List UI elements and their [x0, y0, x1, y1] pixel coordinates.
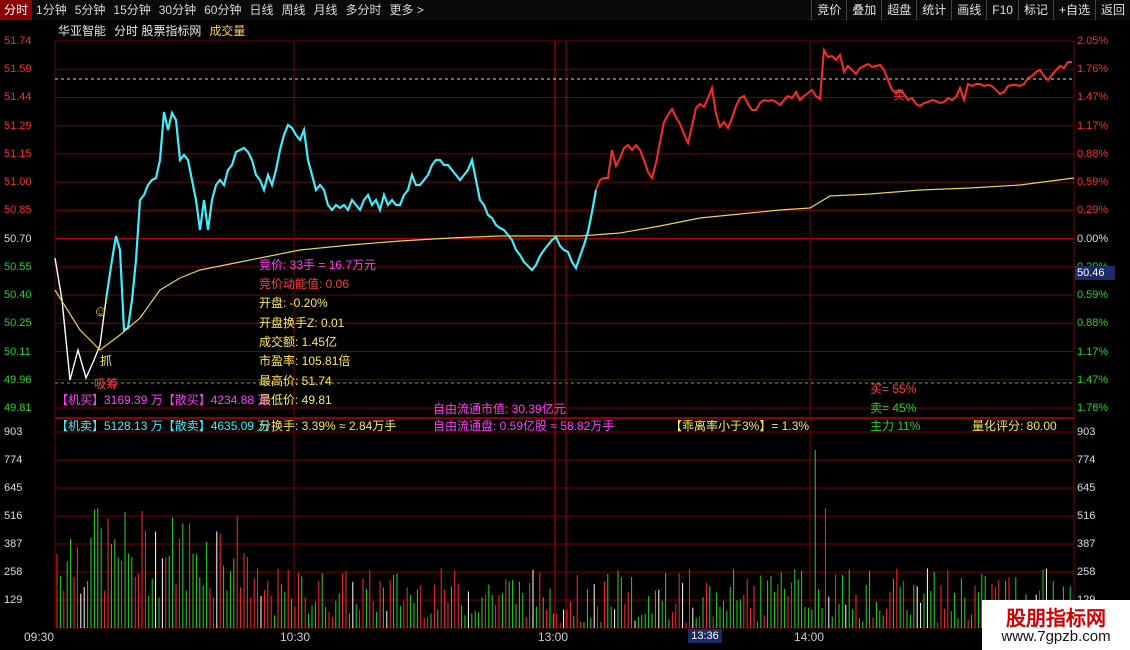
volume-tick-label-right: 774	[1077, 454, 1096, 466]
average-price-line	[54, 177, 1075, 351]
percent-tick-label: 2.05%	[1077, 35, 1109, 47]
price-tick-label: 51.15	[4, 147, 32, 160]
price-tick-label: 51.74	[4, 35, 32, 47]
price-line-cyan	[104, 110, 598, 332]
volume-tick-label: 645	[4, 482, 23, 494]
price-tick-label: 49.96	[4, 373, 32, 386]
time-tick-label: 13:00	[538, 630, 569, 644]
smile-icon: ☺	[93, 303, 109, 320]
percent-tick-label: 0.59%	[1077, 176, 1109, 189]
price-tick-label: 51.44	[4, 91, 32, 104]
price-tick-label: 49.81	[4, 402, 32, 414]
volume-tick-label: 387	[4, 538, 23, 550]
volume-tick-label: 516	[4, 510, 23, 522]
volume-tick-label-right: 387	[1077, 538, 1096, 550]
price-tick-label: 51.29	[4, 119, 32, 132]
percent-tick-label: 0.59%	[1077, 289, 1109, 302]
pe-info: 市盈率: 105.81倍	[259, 354, 351, 368]
percent-tick-label: 0.00%	[1077, 232, 1109, 245]
watermark-url: www.7gpzb.com	[1001, 628, 1111, 645]
percent-tick-label: 0.88%	[1077, 147, 1109, 160]
auction-info: 竞价: 33手 = 16.7万元	[259, 258, 377, 272]
float-mv-info: 自由流通市值: 30.39亿元	[433, 402, 566, 416]
price-tick-label: 50.40	[4, 289, 32, 302]
sell-ratio: 卖= 45%	[870, 401, 917, 415]
price-tick-label: 50.25	[4, 317, 32, 330]
cursor-price-tag: 50.46	[1075, 266, 1115, 280]
time-tick-label: 09:30	[24, 630, 55, 644]
time-tick-label: 10:30	[280, 630, 311, 644]
price-tick-label: 51.59	[4, 63, 32, 76]
price-volume-canvas[interactable]	[0, 0, 1130, 650]
percent-tick-label: 1.47%	[1077, 91, 1109, 104]
volume-tick-label: 903	[4, 426, 23, 438]
price-tick-label: 50.70	[4, 232, 32, 245]
volume-tick-label-right: 645	[1077, 482, 1096, 494]
high-info: 最高价: 51.74	[259, 374, 332, 388]
watermark-logo: 股朋指标网 www.7gpzb.com	[982, 600, 1130, 650]
price-tick-label: 50.11	[4, 345, 31, 358]
price-tick-label: 51.00	[4, 176, 32, 189]
percent-tick-label: 1.76%	[1077, 402, 1109, 414]
amount-info: 成交额: 1.45亿	[259, 335, 338, 349]
volume-tick-label: 258	[4, 566, 23, 578]
price-tick-label: 50.55	[4, 260, 32, 273]
volume-tick-label-right: 903	[1077, 426, 1096, 438]
volume-tick-label-right: 258	[1077, 566, 1096, 578]
price-tick-label: 50.85	[4, 204, 32, 217]
percent-tick-label: 1.17%	[1077, 345, 1109, 358]
turnover-split-info: 分换手: 3.39% ≈ 2.84万手	[259, 419, 397, 433]
cursor-time-tag: 13:36	[688, 629, 722, 643]
sell-marker: 卖	[893, 88, 906, 102]
percent-tick-label: 1.47%	[1077, 373, 1109, 386]
chart-frame	[54, 40, 1075, 629]
volume-tick-label: 129	[4, 594, 23, 606]
percent-tick-label: 1.17%	[1077, 119, 1109, 132]
jimai2-info: 【机卖】5128.13 万【散卖】4635.09 万	[56, 419, 270, 433]
percent-tick-label: 1.76%	[1077, 63, 1109, 76]
price-line-red	[595, 46, 1072, 191]
score-info: 量化评分: 80.00	[972, 419, 1057, 433]
deviation-info: 【乖离率小于3%】= 1.3%	[670, 419, 810, 433]
time-tick-label: 14:00	[794, 630, 825, 644]
auction-power-info: 竞价动能值: 0.06	[259, 277, 350, 291]
main-force-ratio: 主力 11%	[870, 419, 921, 433]
buy-ratio: 买= 55%	[870, 382, 917, 396]
zhua-marker: 抓	[100, 354, 113, 368]
volume-tick-label: 774	[4, 454, 23, 466]
xichou-marker: 吸筹	[94, 377, 119, 391]
open-turnover-info: 开盘换手Z: 0.01	[259, 316, 345, 330]
percent-tick-label: 0.29%	[1077, 204, 1109, 217]
jimai-info: 【机买】3169.39 万【散买】4234.88 万	[56, 393, 270, 407]
volume-tick-label-right: 516	[1077, 510, 1096, 522]
percent-tick-label: 0.88%	[1077, 317, 1109, 330]
watermark-title: 股朋指标网	[1006, 608, 1106, 630]
intraday-chart-window: 分时 1分钟 5分钟 15分钟 30分钟 60分钟 日线 周线 月线 多分时 更…	[0, 0, 1130, 650]
open-info: 开盘: -0.20%	[259, 296, 328, 310]
float-shares-info: 自由流通盘: 0.59亿股 ≈ 58.82万手	[433, 419, 615, 433]
low-info: 最低价: 49.81	[259, 393, 332, 407]
